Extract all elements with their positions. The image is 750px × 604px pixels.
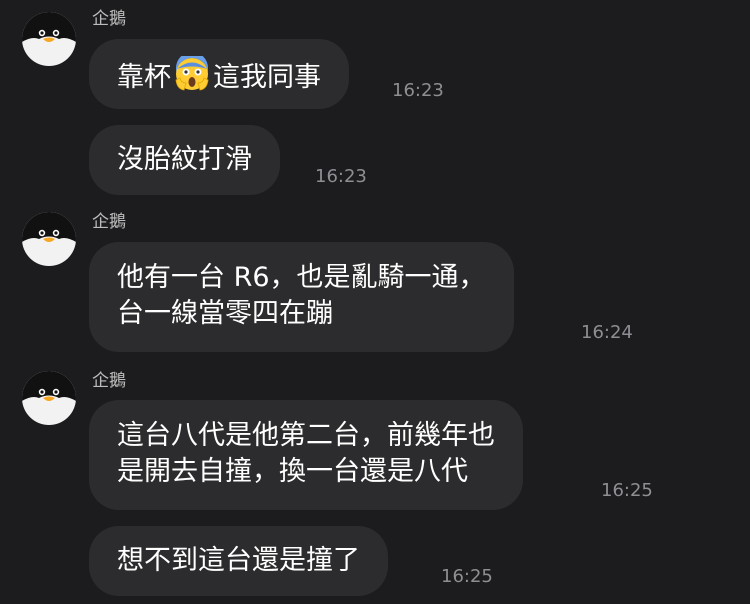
sender-name: 企鵝 — [92, 9, 126, 29]
message-text-line: 是開去自撞，換一台還是八代 — [117, 456, 468, 487]
sender-name: 企鵝 — [92, 212, 126, 232]
message-text: 想不到這台還是撞了 — [117, 545, 360, 576]
message-text-line: 這台八代是他第二台，前幾年也 — [117, 420, 495, 451]
message-bubble[interactable]: 靠杯 這我同事 — [89, 39, 349, 109]
sender-avatar-penguin-icon[interactable] — [22, 371, 76, 425]
message-bubble[interactable]: 想不到這台還是撞了 — [89, 526, 388, 596]
sender-avatar-penguin-icon[interactable] — [22, 212, 76, 266]
message-bubble[interactable]: 這台八代是他第二台，前幾年也 是開去自撞，換一台還是八代 — [89, 400, 523, 510]
chat-view: 企鵝 靠杯 這我同事 16:23 沒胎紋打滑 16:23 企鵝 他有一台 R6，… — [0, 0, 750, 604]
message-text-line: 他有一台 R6，也是亂騎一通， — [117, 262, 486, 293]
message-timestamp: 16:25 — [601, 480, 653, 501]
sender-name: 企鵝 — [92, 371, 126, 391]
message-text: 這我同事 — [213, 62, 321, 93]
message-timestamp: 16:23 — [315, 166, 367, 187]
sender-avatar-penguin-icon[interactable] — [22, 12, 76, 66]
message-timestamp: 16:24 — [581, 322, 633, 343]
message-text: 靠杯 — [117, 62, 171, 93]
message-bubble[interactable]: 沒胎紋打滑 — [89, 125, 280, 195]
message-text: 沒胎紋打滑 — [117, 144, 252, 175]
message-timestamp: 16:23 — [392, 80, 444, 101]
message-timestamp: 16:25 — [441, 566, 493, 587]
message-text-line: 台一線當零四在蹦 — [117, 298, 333, 329]
message-bubble[interactable]: 他有一台 R6，也是亂騎一通， 台一線當零四在蹦 — [89, 242, 514, 352]
face-screaming-in-fear-icon — [174, 52, 210, 102]
